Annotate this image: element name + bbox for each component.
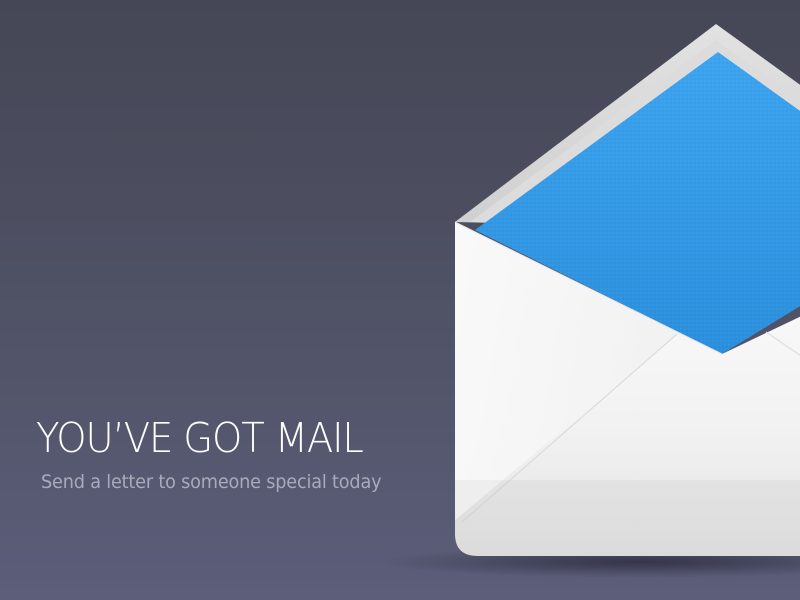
- envelope-bottom-band: [455, 480, 800, 556]
- envelope-open-icon: [380, 24, 800, 578]
